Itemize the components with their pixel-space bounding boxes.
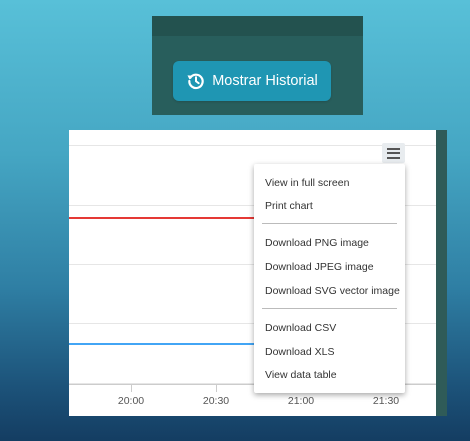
menu-item-view-full-screen[interactable]: View in full screen <box>265 177 349 189</box>
x-tick-label: 20:00 <box>117 395 145 407</box>
grid-line <box>69 145 436 146</box>
x-tick-label: 21:00 <box>287 395 315 407</box>
show-history-button[interactable]: Mostrar Historial <box>173 61 331 101</box>
hamburger-bar <box>387 152 400 154</box>
show-history-label: Mostrar Historial <box>212 73 318 89</box>
menu-item-download-csv[interactable]: Download CSV <box>265 322 336 334</box>
hamburger-icon[interactable] <box>382 143 405 163</box>
menu-separator <box>262 308 397 309</box>
x-tick-label: 21:30 <box>372 395 400 407</box>
x-tick <box>216 384 217 392</box>
x-tick-label: 20:30 <box>202 395 230 407</box>
history-icon <box>186 71 206 91</box>
menu-item-print-chart[interactable]: Print chart <box>265 200 313 212</box>
menu-item-download-xls[interactable]: Download XLS <box>265 346 334 358</box>
x-tick <box>131 384 132 392</box>
menu-item-download-png[interactable]: Download PNG image <box>265 237 369 249</box>
chart-right-border <box>436 130 447 416</box>
menu-item-view-data-table[interactable]: View data table <box>265 369 337 381</box>
menu-item-download-svg[interactable]: Download SVG vector image <box>265 285 400 297</box>
hamburger-bar <box>387 156 400 159</box>
chart-export-menu: View in full screen Print chart Download… <box>254 164 405 393</box>
series-line-red <box>69 217 255 219</box>
series-line-blue <box>69 343 255 345</box>
hamburger-bar <box>387 147 400 150</box>
menu-item-download-jpeg[interactable]: Download JPEG image <box>265 261 374 273</box>
menu-separator <box>262 223 397 224</box>
panel-header-stripe <box>152 16 363 36</box>
history-panel: Mostrar Historial <box>152 16 363 115</box>
